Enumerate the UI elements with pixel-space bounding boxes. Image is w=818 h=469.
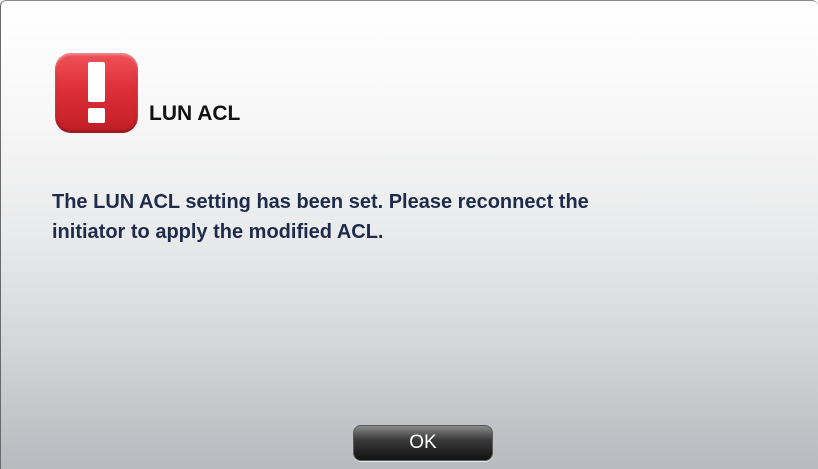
alert-exclamation-icon [55, 53, 138, 133]
exclamation-dot [88, 108, 105, 123]
dialog-title: LUN ACL [149, 102, 241, 125]
message-line-1: The LUN ACL setting has been set. Please… [52, 191, 589, 213]
ok-button[interactable]: OK [353, 425, 493, 461]
exclamation-bar [88, 62, 105, 102]
lun-acl-dialog: LUN ACL The LUN ACL setting has been set… [0, 0, 818, 469]
dialog-message: The LUN ACL setting has been set. Please… [52, 187, 752, 247]
message-line-2: initiator to apply the modified ACL. [52, 221, 384, 243]
